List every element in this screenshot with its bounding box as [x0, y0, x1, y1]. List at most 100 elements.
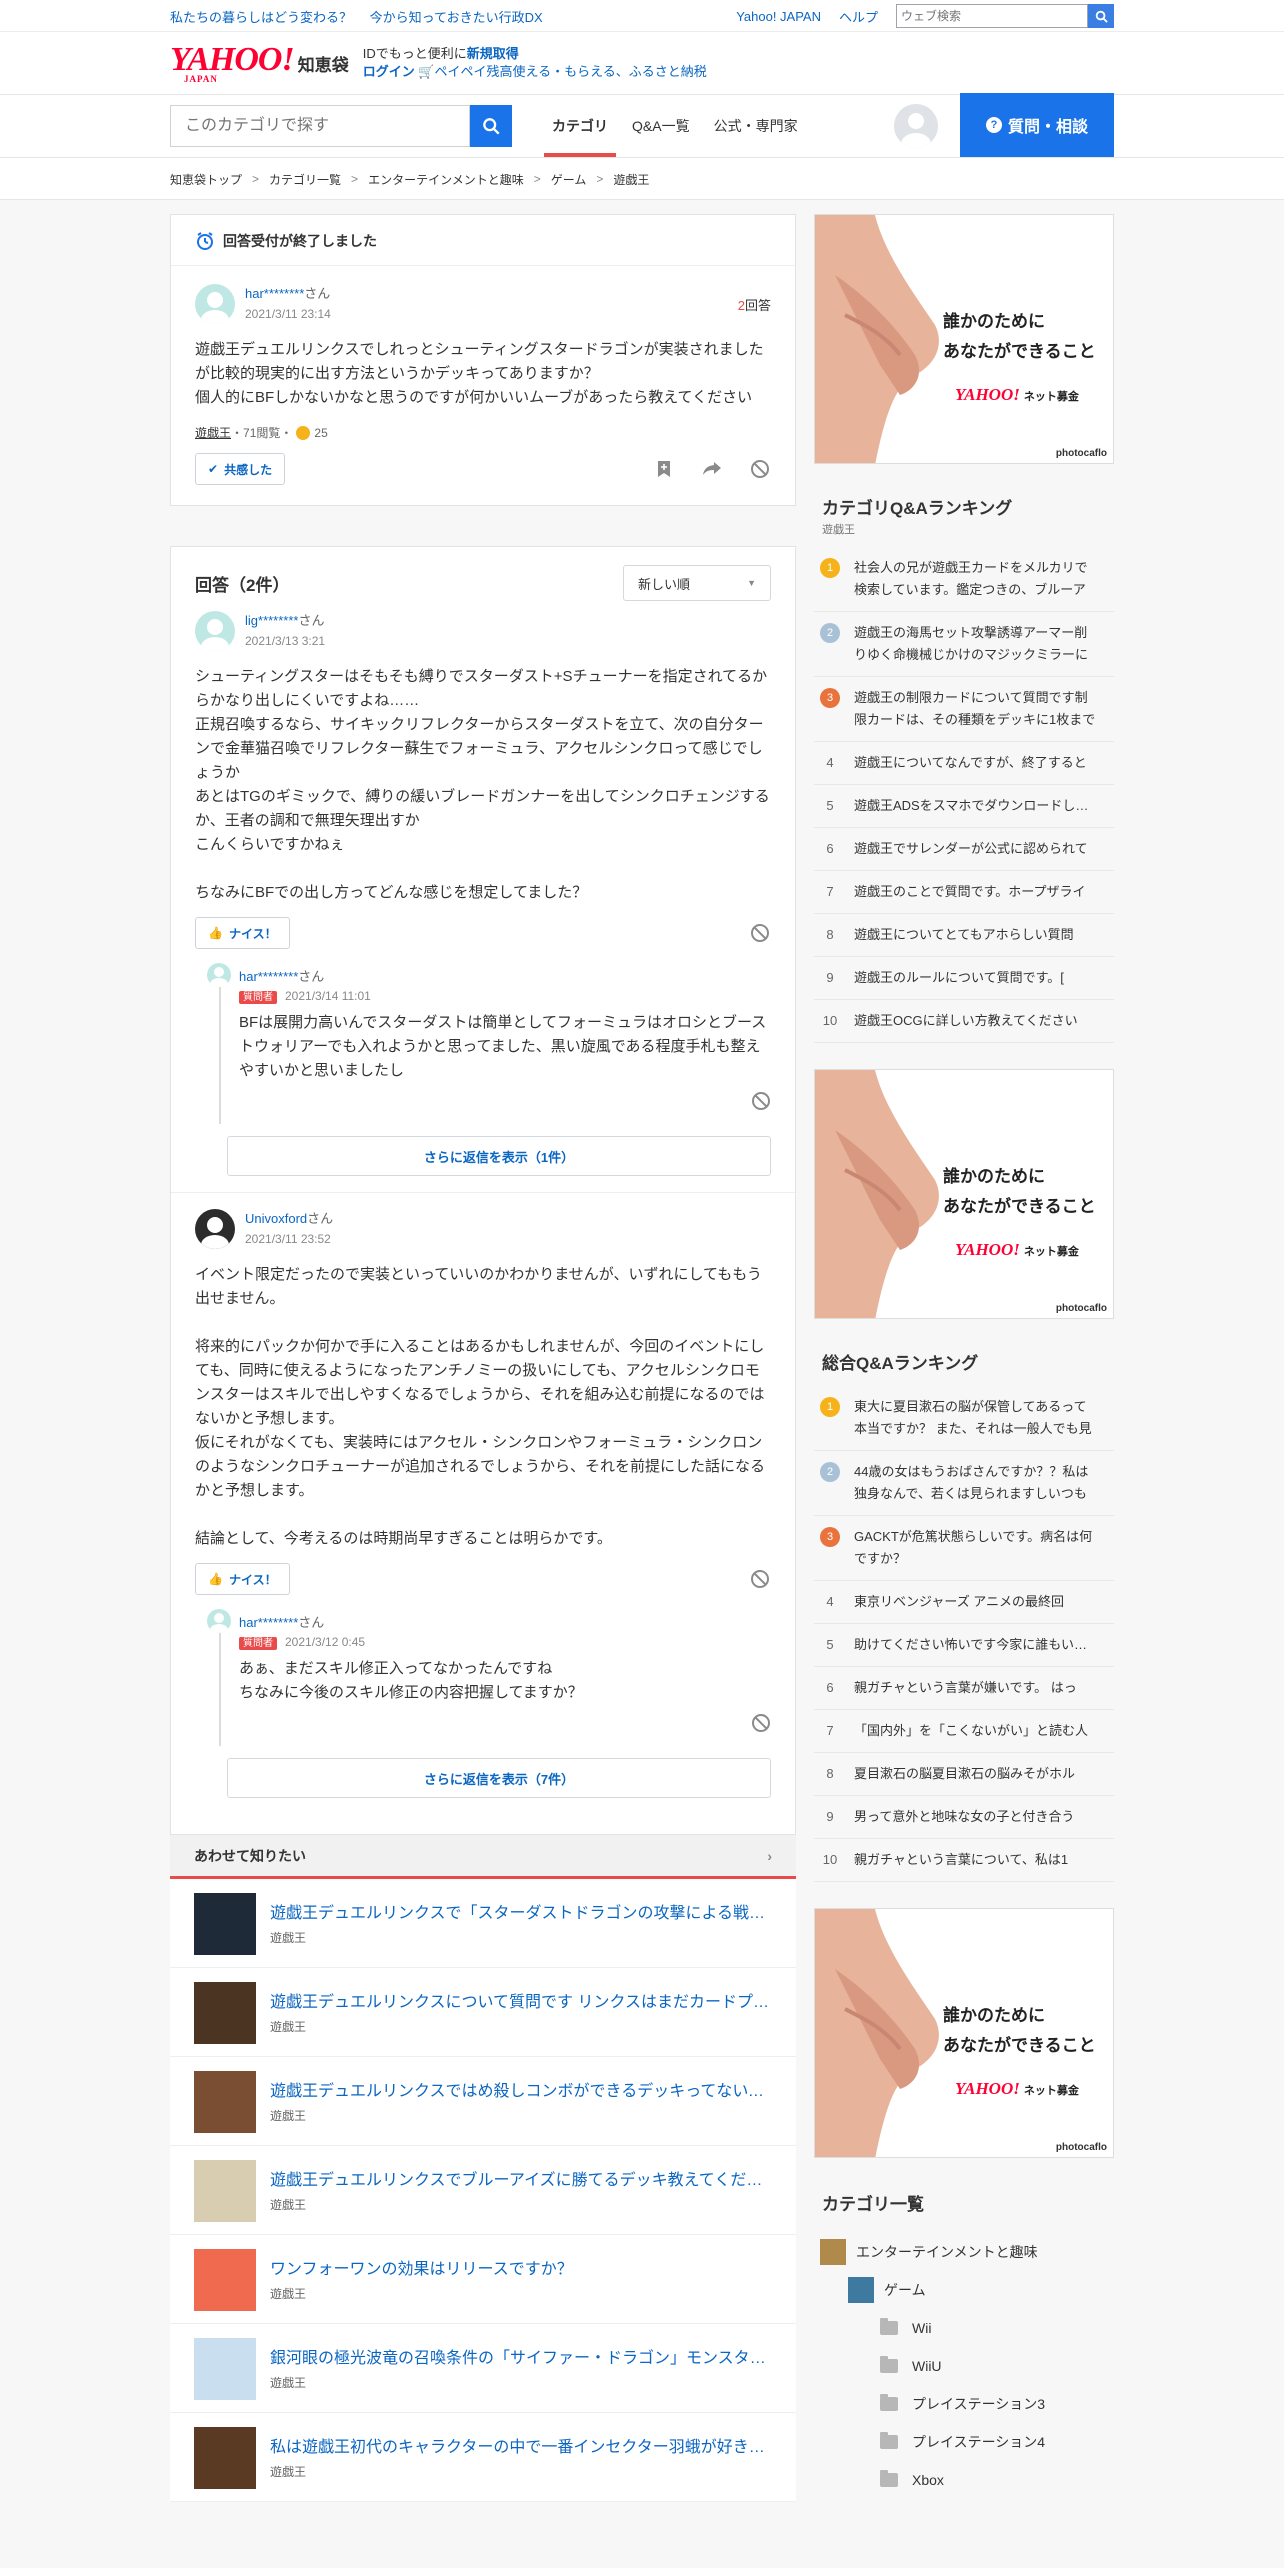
show-more-replies-button[interactable]: さらに返信を表示（1件） — [227, 1136, 771, 1176]
block-icon[interactable] — [749, 1568, 771, 1590]
ranking-item-text[interactable]: 男って意外と地味な女の子と付き合う — [854, 1806, 1098, 1828]
ranking-item[interactable]: 2 44歳の女はもうおばさんですか？？私は独身なんで、若くは見られますしいつも若い — [814, 1451, 1114, 1516]
user-name[interactable]: lig******** — [245, 613, 298, 628]
ad-banner[interactable]: 誰かのために あなたができること YAHOO! ネット募金 photocaflo — [814, 1069, 1114, 1319]
ranking-item[interactable]: 6 遊戯王でサレンダーが公式に認められて — [814, 828, 1114, 871]
ask-button[interactable]: ? 質問・相談 — [960, 93, 1114, 157]
category-search-button[interactable] — [470, 105, 512, 147]
related-item-title[interactable]: 遊戯王デュエルリンクスでブルーアイズに勝てるデッキ教えてください — [270, 2166, 770, 2190]
ranking-item-text[interactable]: 遊戯王についてとてもアホらしい質問 — [854, 924, 1098, 946]
ranking-item-text[interactable]: 遊戯王でサレンダーが公式に認められて — [854, 838, 1098, 860]
nice-button[interactable]: 👍 ナイス！ — [195, 1563, 290, 1595]
category-item[interactable]: Wii — [814, 2309, 1114, 2347]
related-item[interactable]: 私は遊戯王初代のキャラクターの中で一番インセクター羽蛾が好きなのですが遊戯王 — [170, 2413, 796, 2502]
answer-count[interactable]: 2回答 — [738, 295, 771, 314]
ranking-item[interactable]: 5 助けてください怖いです今家に誰もいない — [814, 1624, 1114, 1667]
ranking-item-text[interactable]: 遊戯王の海馬セット攻撃誘導アーマー削りゆく命機械じかけのマジックミラーについて — [854, 622, 1098, 666]
related-item[interactable]: 遊戯王デュエルリンクスで「スターダストドラゴンの攻撃による戦闘ダメージを与えた時… — [170, 1879, 796, 1968]
ranking-item-text[interactable]: 遊戯王OCGに詳しい方教えてください — [854, 1010, 1098, 1032]
ranking-item[interactable]: 2 遊戯王の海馬セット攻撃誘導アーマー削りゆく命機械じかけのマジックミラーについて — [814, 612, 1114, 677]
ranking-item-text[interactable]: 夏目漱石の脳夏目漱石の脳みそがホル — [854, 1763, 1098, 1785]
ranking-item-text[interactable]: 遊戯王ADSをスマホでダウンロードしたい — [854, 795, 1098, 817]
related-item-title[interactable]: ワンフォーワンの効果はリリースですか？ — [270, 2255, 770, 2279]
related-item[interactable]: 遊戯王デュエルリンクスでブルーアイズに勝てるデッキ教えてください 遊戯王 — [170, 2146, 796, 2235]
category-link[interactable]: 遊戯王 — [195, 424, 231, 441]
ranking-item[interactable]: 7 遊戯王のことで質問です。ホープザライ — [814, 871, 1114, 914]
user-avatar[interactable] — [195, 284, 235, 324]
breadcrumb-item[interactable]: エンターテインメントと趣味 — [368, 171, 524, 188]
reply-avatar[interactable] — [207, 963, 231, 987]
show-more-replies-button[interactable]: さらに返信を表示（7件） — [227, 1758, 771, 1798]
related-item-title[interactable]: 遊戯王デュエルリンクスについて質問です リンクスはまだカードプールが少ないのです… — [270, 1988, 770, 2012]
ranking-item[interactable]: 4 遊戯王についてなんですが、終了すると — [814, 742, 1114, 785]
nice-button[interactable]: 👍 ナイス！ — [195, 917, 290, 949]
reply-user-name[interactable]: har******** — [239, 1615, 298, 1630]
related-item[interactable]: 遊戯王デュエルリンクスではめ殺しコンボができるデッキってないですか 遊戯王 — [170, 2057, 796, 2146]
ranking-item[interactable]: 6 親ガチャという言葉が嫌いです。 はっ — [814, 1667, 1114, 1710]
share-icon[interactable] — [701, 458, 723, 480]
ranking-item-text[interactable]: 遊戯王の制限カードについて質問です制限カードは、その種類をデッキに1枚までですか — [854, 687, 1098, 731]
empathy-button[interactable]: ✔ 共感した — [195, 453, 286, 485]
category-item[interactable]: エンターテインメントと趣味 — [814, 2233, 1114, 2271]
breadcrumb-item[interactable]: ゲーム — [551, 171, 587, 188]
ranking-item-text[interactable]: 社会人の兄が遊戯王カードをメルカリで検索しています。鑑定つきの、ブルーアイズの — [854, 557, 1098, 601]
ranking-item[interactable]: 3 GACKTが危篤状態らしいです。病名は何ですか？ — [814, 1516, 1114, 1581]
ranking-item[interactable]: 9 男って意外と地味な女の子と付き合う — [814, 1796, 1114, 1839]
related-item[interactable]: 遊戯王デュエルリンクスについて質問です リンクスはまだカードプールが少ないのです… — [170, 1968, 796, 2057]
ad-banner[interactable]: 誰かのために あなたができること YAHOO! ネット募金 photocaflo — [814, 214, 1114, 464]
ranking-item[interactable]: 8 遊戯王についてとてもアホらしい質問 — [814, 914, 1114, 957]
ranking-item-text[interactable]: 親ガチャという言葉が嫌いです。 はっ — [854, 1677, 1098, 1699]
block-icon[interactable] — [751, 1713, 771, 1738]
ranking-item-text[interactable]: 親ガチャという言葉について、私は1 — [854, 1849, 1098, 1871]
category-item[interactable]: プレイステーション3 — [814, 2385, 1114, 2423]
ranking-item-text[interactable]: 東京リベンジャーズ アニメの最終回 — [854, 1591, 1098, 1613]
sort-select[interactable]: 新しい順 ▼ — [623, 565, 771, 601]
ranking-item-text[interactable]: 遊戯王についてなんですが、終了すると — [854, 752, 1098, 774]
paypay-link[interactable]: ペイペイ残高使える・もらえる、ふるさと納税 — [435, 64, 707, 79]
ranking-item[interactable]: 9 遊戯王のルールについて質問です。[ — [814, 957, 1114, 1000]
ranking-item[interactable]: 1 東大に夏目漱石の脳が保管してあるって本当ですか？ また、それは一般人でも見られ… — [814, 1386, 1114, 1451]
user-name[interactable]: har******** — [245, 286, 304, 301]
related-item-title[interactable]: 遊戯王デュエルリンクスで「スターダストドラゴンの攻撃による戦闘ダメージを与えた時… — [270, 1899, 770, 1923]
bookmark-icon[interactable] — [653, 458, 675, 480]
related-item-title[interactable]: 銀河眼の極光波竜の召喚条件の「サイファー・ドラゴン」モンスターについて — [270, 2344, 770, 2368]
reply-avatar[interactable] — [207, 1609, 231, 1633]
ranking-item-text[interactable]: 遊戯王のことで質問です。ホープザライ — [854, 881, 1098, 903]
user-name[interactable]: Univoxford — [245, 1211, 307, 1226]
top-link-1[interactable]: 私たちの暮らしはどう変わる？ — [170, 10, 352, 25]
login-link[interactable]: ログイン — [363, 64, 415, 79]
related-item-title[interactable]: 遊戯王デュエルリンクスではめ殺しコンボができるデッキってないですか — [270, 2077, 770, 2101]
chiebukuro-logo[interactable]: 知恵袋 — [298, 51, 349, 76]
ad-banner[interactable]: 誰かのために あなたができること YAHOO! ネット募金 photocaflo — [814, 1908, 1114, 2158]
yahoo-logo[interactable]: YAHOO! JAPAN — [170, 42, 295, 84]
block-icon[interactable] — [749, 458, 771, 480]
ranking-item-text[interactable]: 助けてください怖いです今家に誰もいない — [854, 1634, 1098, 1656]
related-item-title[interactable]: 私は遊戯王初代のキャラクターの中で一番インセクター羽蛾が好きなのですが — [270, 2433, 770, 2457]
top-link-2[interactable]: 今から知っておきたい行政DX — [370, 10, 543, 25]
category-item[interactable]: ゲーム — [814, 2271, 1114, 2309]
category-item[interactable]: プレイステーション4 — [814, 2423, 1114, 2461]
reply-user-name[interactable]: har******** — [239, 969, 298, 984]
related-item[interactable]: 銀河眼の極光波竜の召喚条件の「サイファー・ドラゴン」モンスターについて遊戯王 — [170, 2324, 796, 2413]
ranking-item[interactable]: 1 社会人の兄が遊戯王カードをメルカリで検索しています。鑑定つきの、ブルーアイズの — [814, 547, 1114, 612]
ranking-item-text[interactable]: 44歳の女はもうおばさんですか？？私は独身なんで、若くは見られますしいつも若い — [854, 1461, 1098, 1505]
ranking-item[interactable]: 3 遊戯王の制限カードについて質問です制限カードは、その種類をデッキに1枚までです… — [814, 677, 1114, 742]
ranking-item[interactable]: 10 遊戯王OCGに詳しい方教えてください — [814, 1000, 1114, 1043]
block-icon[interactable] — [749, 922, 771, 944]
ranking-item[interactable]: 8 夏目漱石の脳夏目漱石の脳みそがホル — [814, 1753, 1114, 1796]
ranking-item[interactable]: 10 親ガチャという言葉について、私は1 — [814, 1839, 1114, 1882]
user-avatar[interactable] — [195, 611, 235, 651]
help-link[interactable]: ヘルプ — [839, 7, 878, 26]
tab-official[interactable]: 公式・専門家 — [702, 95, 810, 157]
category-search-input[interactable] — [170, 105, 470, 147]
ranking-item-text[interactable]: GACKTが危篤状態らしいです。病名は何ですか？ — [854, 1526, 1098, 1570]
block-icon[interactable] — [751, 1091, 771, 1116]
user-avatar[interactable] — [894, 104, 938, 148]
web-search-button[interactable] — [1088, 4, 1114, 28]
category-item[interactable]: WiiU — [814, 2347, 1114, 2385]
breadcrumb-item[interactable]: 知恵袋トップ — [170, 171, 242, 188]
register-link[interactable]: 新規取得 — [467, 46, 519, 61]
breadcrumb-item[interactable]: カテゴリ一覧 — [269, 171, 341, 188]
ranking-item[interactable]: 7 「国内外」を「こくないがい」と読む人 — [814, 1710, 1114, 1753]
related-header[interactable]: あわせて知りたい › — [170, 1835, 796, 1879]
